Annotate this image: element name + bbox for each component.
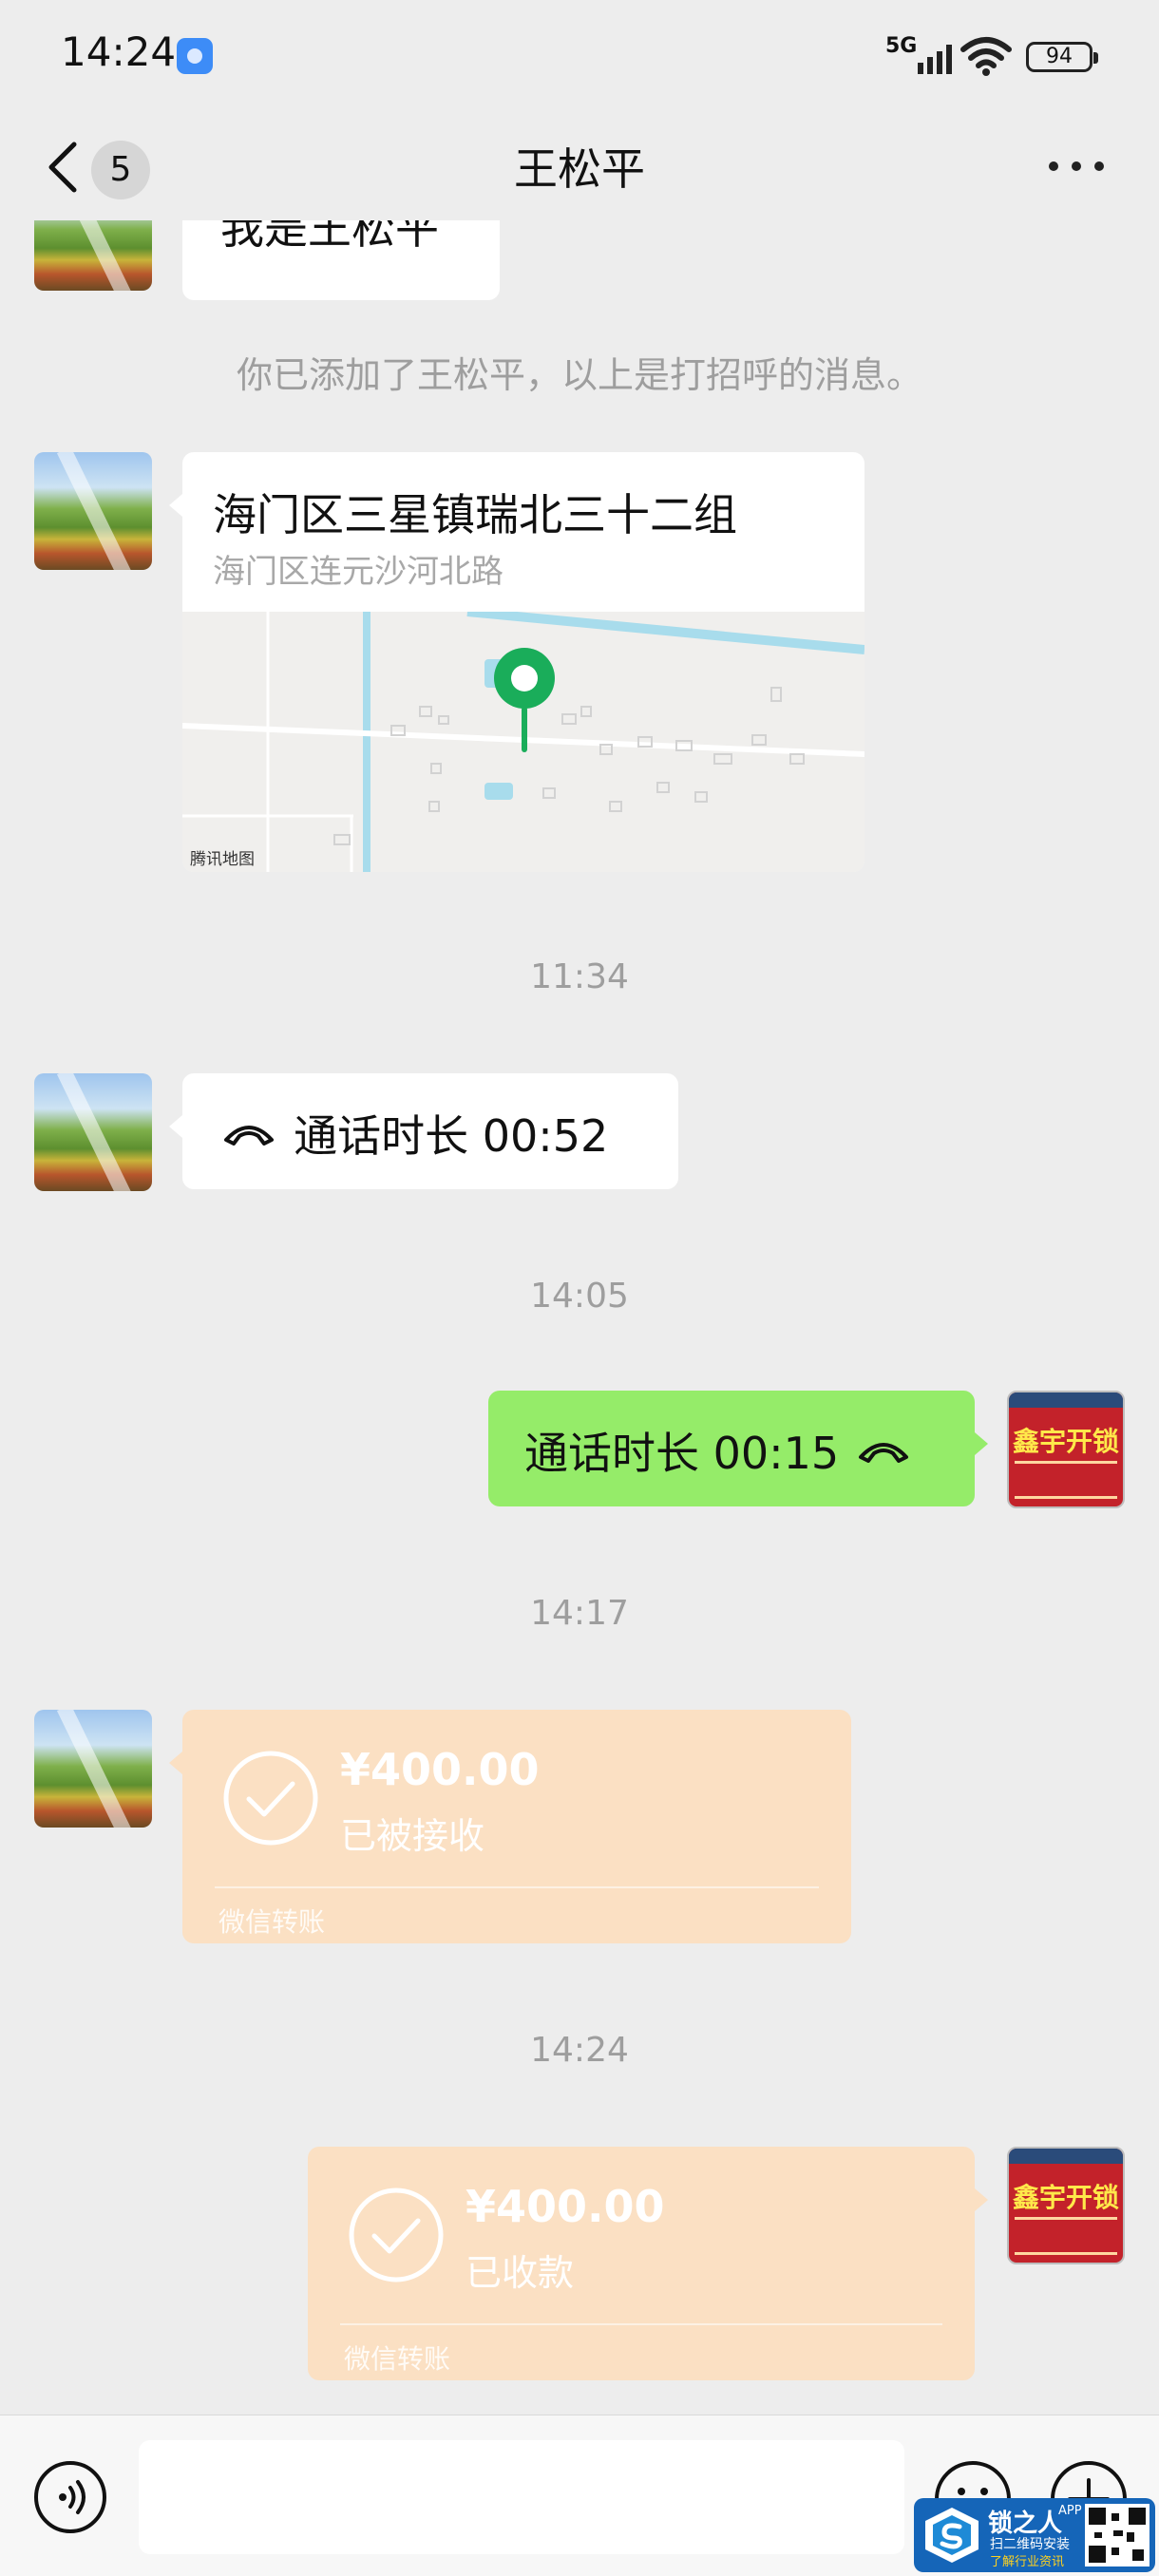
call-duration: 通话时长 00:52 xyxy=(294,1110,609,1162)
call-record-message[interactable]: 通话时长 00:15 xyxy=(488,1391,988,1506)
transfer-amount: ¥400.00 xyxy=(466,2181,665,2232)
phone-hangup-icon xyxy=(224,1126,274,1146)
location-map-preview: 腾讯地图 xyxy=(182,612,864,872)
call-record-content: 通话时长 00:52 xyxy=(220,1102,608,1165)
wifi-icon xyxy=(960,37,1012,76)
watermark-line1: 扫二维码安装 xyxy=(990,2537,1070,2552)
network-type: 5G xyxy=(885,34,918,58)
message-text: 我是王松平 xyxy=(220,220,439,254)
chat-screen: 14:24 5G 94 5 王松平 我是王松平 你已添加了王松平，以上是打招呼的… xyxy=(0,0,1159,2576)
map-credit: 腾讯地图 xyxy=(190,850,255,869)
status-bar: 14:24 5G 94 xyxy=(0,0,1159,114)
voice-input-icon[interactable] xyxy=(32,2459,108,2535)
call-record-message[interactable]: 通话时长 00:52 xyxy=(169,1073,678,1189)
battery-indicator: 94 xyxy=(1026,42,1098,72)
peer-avatar[interactable] xyxy=(34,1710,152,1828)
chat-header: 5 王松平 xyxy=(0,114,1159,220)
watermark-logo-icon xyxy=(925,2508,978,2563)
peer-avatar[interactable] xyxy=(34,1073,152,1191)
message-list[interactable]: 我是王松平 你已添加了王松平，以上是打招呼的消息。 海门区三星镇瑞北三十二组 海… xyxy=(0,220,1159,2415)
timestamp: 14:05 xyxy=(530,1277,629,1316)
notification-app-icon xyxy=(177,38,213,74)
watermark-line2: 了解行业资讯 xyxy=(990,2555,1065,2569)
check-circle-icon xyxy=(223,1751,318,1846)
self-avatar-text: 鑫宇开锁 xyxy=(1013,2182,1120,2213)
timestamp: 14:24 xyxy=(530,2031,629,2070)
timestamp: 14:17 xyxy=(530,1594,629,1633)
location-address: 海门区连元沙河北路 xyxy=(213,553,504,591)
transfer-divider xyxy=(215,1886,819,1888)
self-avatar[interactable]: 鑫宇开锁 xyxy=(1007,1391,1125,1508)
transfer-status: 已被接收 xyxy=(340,1815,485,1857)
location-title: 海门区三星镇瑞北三十二组 xyxy=(213,489,737,540)
chat-title: 王松平 xyxy=(514,143,645,195)
self-avatar[interactable]: 鑫宇开锁 xyxy=(1007,2147,1125,2264)
system-notice: 你已添加了王松平，以上是打招呼的消息。 xyxy=(236,354,922,396)
timestamp: 11:34 xyxy=(530,957,629,996)
message-input[interactable] xyxy=(139,2440,904,2554)
check-circle-icon xyxy=(349,2188,444,2282)
transfer-message[interactable]: ¥400.00 已被接收 微信转账 xyxy=(169,1710,851,1943)
location-message[interactable]: 海门区三星镇瑞北三十二组 海门区连元沙河北路 腾讯地图 xyxy=(169,452,864,872)
peer-avatar[interactable] xyxy=(34,452,152,570)
status-time: 14:24 xyxy=(61,28,177,75)
transfer-divider xyxy=(340,2323,942,2325)
qr-code-icon xyxy=(1085,2504,1150,2567)
call-duration: 通话时长 00:15 xyxy=(524,1428,840,1479)
text-message[interactable]: 我是王松平 xyxy=(182,220,500,300)
transfer-status: 已收款 xyxy=(466,2252,575,2294)
transfer-label: 微信转账 xyxy=(344,2343,451,2375)
peer-avatar[interactable] xyxy=(34,220,152,291)
app-watermark: 锁之人 APP 扫二维码安装 了解行业资讯 xyxy=(914,2498,1155,2572)
call-record-content: 通话时长 00:15 xyxy=(524,1419,912,1482)
watermark-badge: APP xyxy=(1058,2504,1082,2518)
self-avatar-text: 鑫宇开锁 xyxy=(1013,1426,1120,1457)
transfer-message[interactable]: ¥400.00 已收款 微信转账 xyxy=(308,2147,988,2380)
phone-hangup-icon xyxy=(859,1443,909,1463)
transfer-label: 微信转账 xyxy=(218,1906,326,1938)
map-graphic xyxy=(182,612,864,872)
transfer-amount: ¥400.00 xyxy=(340,1744,540,1795)
more-options-icon[interactable] xyxy=(1049,161,1104,173)
